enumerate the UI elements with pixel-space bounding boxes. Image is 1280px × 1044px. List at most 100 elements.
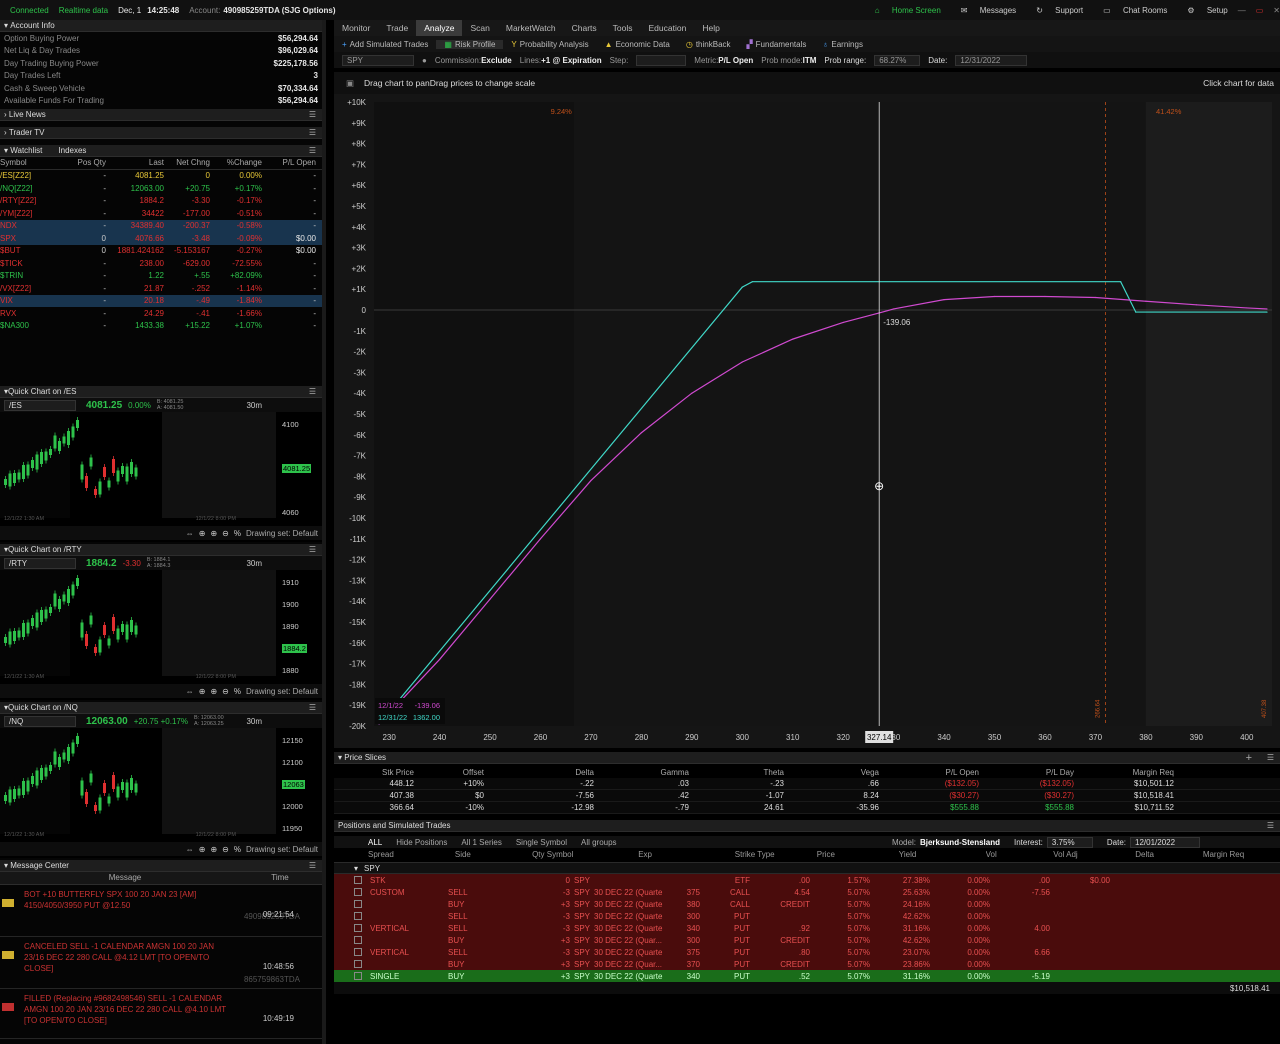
date-input[interactable]: 12/31/2022	[955, 54, 1028, 66]
watchlist-row[interactable]: $TICK - 238.00 -629.00 -72.55% -	[0, 257, 322, 270]
watchlist-selector[interactable]: Indexes	[58, 146, 86, 155]
restore-button[interactable]: ▭	[1256, 6, 1264, 15]
positions-column[interactable]: Side	[455, 850, 532, 859]
positions-column[interactable]: Spread	[368, 850, 455, 859]
watchlist-row[interactable]: $TRIN - 1.22 +.55 +82.09% -	[0, 270, 322, 283]
position-qty[interactable]: -3	[524, 912, 574, 921]
subtab-add-simulated-trades[interactable]: + Add Simulated Trades	[334, 40, 436, 49]
risk-profile-plot[interactable]: +10K +9K +8K +7K +6K +5K +4K +3K +2K +1K 0 -1K -2K -3…	[334, 94, 1280, 748]
watchlist-header[interactable]: ▾ Watchlist Indexes ☰	[0, 145, 322, 157]
setup-link[interactable]: ⚙ Setup	[1177, 6, 1227, 15]
watchlist-row[interactable]: /ES[Z22] - 4081.25 0 0.00% -	[0, 170, 322, 183]
watchlist-column[interactable]: Last	[106, 158, 164, 167]
position-row[interactable]: BUY +3 SPY 30 DEC 22 (Quarte 380 CALL CREDIT 5.…	[334, 898, 1280, 910]
prob-range-input[interactable]: 68.27%	[874, 54, 921, 66]
tab-charts[interactable]: Charts	[564, 20, 605, 36]
price-slice-cell[interactable]: 366.64	[334, 803, 414, 812]
subtab-earnings[interactable]: ♁ Earnings	[814, 40, 871, 49]
tab-monitor[interactable]: Monitor	[334, 20, 378, 36]
filter-hide-positions[interactable]: Hide Positions	[396, 838, 447, 847]
positions-column[interactable]: Vol Adj	[1053, 850, 1135, 859]
tab-scan[interactable]: Scan	[462, 20, 497, 36]
position-qty[interactable]: -3	[524, 888, 574, 897]
tab-trade[interactable]: Trade	[378, 20, 416, 36]
position-qty[interactable]: +3	[524, 972, 574, 981]
position-row[interactable]: VERTICAL SELL -3 SPY 30 DEC 22 (Quarte 340 PUT…	[334, 922, 1280, 934]
tab-marketwatch[interactable]: MarketWatch	[498, 20, 564, 36]
watchlist-row[interactable]: SPX 0 4076.66 -3.48 -0.09% $0.00	[0, 232, 322, 245]
filter-all-groups[interactable]: All groups	[581, 838, 617, 847]
price-slice-cell[interactable]: $0	[414, 791, 484, 800]
menu-icon[interactable]: ☰	[309, 110, 316, 119]
chat-rooms-link[interactable]: ▭ Chat Rooms	[1093, 6, 1167, 15]
price-slices-header[interactable]: ▾ Price Slices + ☰	[334, 752, 1280, 764]
tab-analyze[interactable]: Analyze	[416, 20, 463, 36]
account-selector[interactable]: 490985259TDA (SJG Options)	[223, 6, 335, 15]
menu-icon[interactable]: ☰	[1267, 821, 1274, 830]
menu-icon[interactable]: ☰	[309, 128, 316, 137]
support-link[interactable]: ↻ Support	[1026, 6, 1083, 15]
positions-column[interactable]: Strike Type	[735, 850, 817, 859]
position-qty[interactable]: -3	[524, 948, 574, 957]
column-message[interactable]: Message	[0, 873, 250, 882]
position-group-row[interactable]: ▾ SPY	[334, 862, 1280, 874]
account-info-header[interactable]: ▾ Account Info	[0, 20, 322, 32]
crosshair-icon[interactable]: ⊕	[199, 687, 206, 696]
position-qty[interactable]: 0	[524, 876, 574, 885]
watchlist-row[interactable]: RVX - 24.29 -.41 -1.66% -	[0, 307, 322, 320]
filter-all-1-series[interactable]: All 1 Series	[461, 838, 501, 847]
menu-icon[interactable]: ☰	[1267, 753, 1274, 762]
quick-chart-header[interactable]: ▾ Quick Chart on /RTY ☰	[0, 544, 322, 556]
tab-tools[interactable]: Tools	[605, 20, 641, 36]
watchlist-column[interactable]: %Change	[210, 158, 262, 167]
watchlist-row[interactable]: NDX - 34389.40 -200.37 -0.58% -	[0, 219, 322, 232]
positions-column[interactable]: Delta	[1135, 850, 1203, 859]
position-side[interactable]: BUY	[448, 960, 524, 969]
row-checkbox[interactable]	[354, 960, 362, 968]
quick-chart-symbol-input[interactable]: /RTY	[4, 557, 76, 569]
prob-mode-selector[interactable]: ITM	[803, 56, 817, 65]
subtab-economic-data[interactable]: ▲ Economic Data	[597, 40, 678, 49]
symbol-input[interactable]: SPY	[342, 54, 414, 66]
positions-column[interactable]: Qty Symbol	[532, 850, 638, 859]
close-button[interactable]: ✕	[1273, 6, 1280, 15]
zoom-in-icon[interactable]: ⊕	[210, 845, 217, 854]
price-slice-row[interactable]: 448.12 +10% -.22 .03 -.23 .66 ($132.05) ($132.0…	[334, 778, 1280, 790]
position-qty[interactable]: +3	[524, 936, 574, 945]
position-row[interactable]: BUY +3 SPY 30 DEC 22 (Quar... 300 PUT CREDIT 5.…	[334, 934, 1280, 946]
position-row[interactable]: CUSTOM SELL -3 SPY 30 DEC 22 (Quarte 375 CALL 4…	[334, 886, 1280, 898]
commission-selector[interactable]: Exclude	[481, 56, 512, 65]
menu-icon[interactable]: ☰	[309, 545, 316, 554]
subtab-fundamentals[interactable]: ▞ Fundamentals	[739, 40, 815, 49]
minimize-button[interactable]: —	[1238, 6, 1246, 15]
quick-chart-header[interactable]: ▾ Quick Chart on /NQ ☰	[0, 702, 322, 714]
positions-column[interactable]: Price	[817, 850, 899, 859]
position-qty[interactable]: +3	[524, 960, 574, 969]
position-side[interactable]: BUY	[448, 972, 524, 981]
percent-icon[interactable]: %	[234, 529, 241, 538]
price-slice-row[interactable]: 407.38 $0 -7.56 .42 -1.07 8.24 ($30.27) ($30.27…	[334, 790, 1280, 802]
filter-all[interactable]: ALL	[368, 838, 382, 847]
tab-education[interactable]: Education	[641, 20, 695, 36]
position-side[interactable]: SELL	[448, 948, 524, 957]
lines-selector[interactable]: +1 @ Expiration	[541, 56, 601, 65]
filter-single-symbol[interactable]: Single Symbol	[516, 838, 567, 847]
row-checkbox[interactable]	[354, 912, 362, 920]
timeframe-selector[interactable]: 30m	[246, 559, 262, 568]
menu-icon[interactable]: ☰	[309, 146, 316, 155]
positions-column[interactable]: Exp	[638, 850, 735, 859]
timeframe-selector[interactable]: 30m	[246, 401, 262, 410]
crosshair-icon[interactable]: ⊕	[199, 529, 206, 538]
subtab-risk-profile[interactable]: ▦ Risk Profile	[436, 39, 504, 49]
quick-chart-symbol-input[interactable]: /NQ	[4, 715, 76, 727]
position-row[interactable]: SINGLE BUY +3 SPY 30 DEC 22 (Quarte 340 PUT .52…	[334, 970, 1280, 982]
drawing-set-selector[interactable]: Drawing set: Default	[246, 529, 318, 538]
positions-column[interactable]: Vol	[986, 850, 1054, 859]
row-checkbox[interactable]	[354, 876, 362, 884]
quick-chart-plot[interactable]	[0, 728, 322, 834]
position-qty[interactable]: -3	[524, 924, 574, 933]
position-side[interactable]: BUY	[448, 936, 524, 945]
row-checkbox[interactable]	[354, 936, 362, 944]
position-side[interactable]: SELL	[448, 888, 524, 897]
subtab-probability-analysis[interactable]: Y Probability Analysis	[503, 40, 596, 49]
